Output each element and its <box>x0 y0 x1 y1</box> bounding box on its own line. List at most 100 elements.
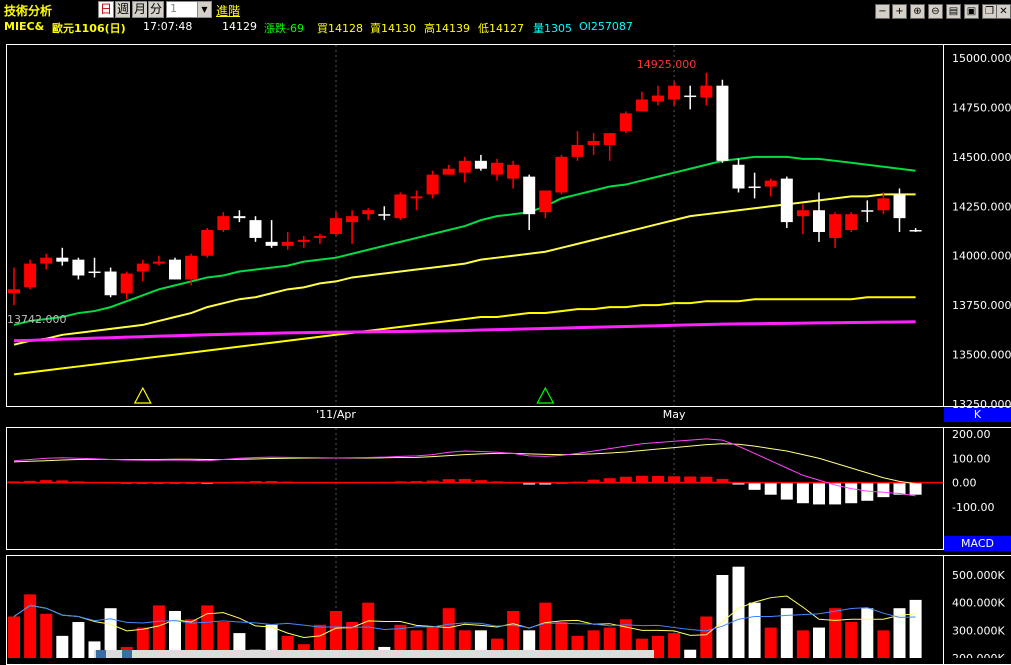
candle-body <box>893 194 906 219</box>
candle-body <box>88 271 101 274</box>
candle-body <box>233 216 246 219</box>
price-x-tick-label: May <box>663 408 686 421</box>
candle-body <box>587 141 600 145</box>
macd-histogram-bar <box>748 482 761 490</box>
price-y-tick-label: 13500.000 <box>952 349 1011 362</box>
candle-body <box>217 216 230 231</box>
candle-body <box>700 85 713 98</box>
volume-bar <box>845 622 858 658</box>
volume-y-tick-label: 200.000K <box>952 652 1005 658</box>
signal-triangle-marker <box>133 386 152 404</box>
candle-body <box>813 210 825 232</box>
candle-body <box>152 261 165 264</box>
candle-body <box>330 218 342 234</box>
volume-bar <box>24 594 37 658</box>
macd-y-tick-label: 100.00 <box>952 452 991 465</box>
volume-y-tick-label: 500.000K <box>952 569 1005 582</box>
candle-body <box>523 176 536 215</box>
moving-average-line <box>13 320 916 343</box>
candle-body <box>539 190 552 213</box>
volume-bar <box>40 613 53 658</box>
volume-bar <box>700 616 713 658</box>
macd-histogram-bar <box>668 476 681 483</box>
candle-body <box>780 178 793 223</box>
volume-y-tick-label: 400.000K <box>952 597 1005 610</box>
candle-body <box>652 95 664 102</box>
candle-body <box>619 113 632 132</box>
taskbar-strip <box>94 650 654 658</box>
volume-bar <box>72 622 85 658</box>
macd-histogram-bar <box>877 482 890 498</box>
candle-body <box>185 255 198 280</box>
candle-body <box>426 174 439 195</box>
macd-histogram-bar <box>909 482 922 495</box>
volume-bar <box>748 602 761 658</box>
volume-y-tick-label: 300.000K <box>952 624 1005 637</box>
candle-body <box>313 235 326 238</box>
candle-body <box>732 164 745 189</box>
candle-body <box>748 186 761 189</box>
candle-body <box>410 196 423 199</box>
volume-bar <box>8 616 20 658</box>
volume-bar <box>796 630 809 658</box>
macd-histogram-bar <box>684 476 697 483</box>
candle-body <box>136 263 149 272</box>
volume-bar <box>56 635 69 658</box>
macd-y-tick-label: -100.00 <box>952 501 994 514</box>
volume-bar <box>829 608 842 658</box>
price-low-annotation: 13742.000 <box>7 313 67 326</box>
macd-signal-line <box>13 443 916 485</box>
candle-body <box>571 144 584 157</box>
taskbar-app-icon[interactable] <box>96 650 106 658</box>
candle-body <box>120 273 133 294</box>
candle-body <box>861 210 874 212</box>
macd-y-tick-label: 200.00 <box>952 428 991 441</box>
candle-body <box>56 257 69 262</box>
macd-histogram-bar <box>845 482 858 504</box>
candle-body <box>378 214 391 216</box>
macd-histogram-bar <box>619 476 632 483</box>
candle-body <box>635 99 648 112</box>
macd-dif-line <box>13 438 916 497</box>
candle-body <box>764 180 777 187</box>
volume-bar <box>813 627 825 658</box>
price-x-tick-label: '11/Apr <box>316 408 356 421</box>
candle-body <box>201 230 214 256</box>
candle-body <box>603 133 616 145</box>
macd-histogram-bar <box>700 476 713 483</box>
price-y-tick-label: 14250.000 <box>952 200 1011 213</box>
candle-body <box>474 160 487 169</box>
macd-y-tick-label: 0.00 <box>952 477 977 490</box>
chart-canvas: 15000.000 14750.000 14500.000 14250.000 1400… <box>7 45 1011 658</box>
candle-body <box>796 210 809 217</box>
candle-body <box>684 95 697 98</box>
candle-body <box>442 168 455 175</box>
candle-body <box>909 230 922 232</box>
price-high-annotation: 14925.000 <box>637 58 697 71</box>
candle-body <box>716 85 729 161</box>
candle-body <box>249 220 262 238</box>
price-y-tick-label: 14750.000 <box>952 101 1011 114</box>
volume-bar <box>909 599 922 658</box>
macd-histogram-bar <box>780 482 793 500</box>
volume-bar <box>716 575 729 658</box>
volume-bar <box>668 633 681 658</box>
candle-body <box>491 162 503 175</box>
candle-body <box>281 241 294 246</box>
macd-histogram-bar <box>813 482 825 505</box>
volume-bar <box>764 627 777 658</box>
candle-body <box>507 164 520 179</box>
candle-body <box>24 263 37 288</box>
candle-body <box>265 241 278 246</box>
price-y-tick-label: 14500.000 <box>952 151 1011 164</box>
candle-body <box>394 194 407 219</box>
volume-bar <box>877 630 890 658</box>
taskbar-app-icon[interactable] <box>122 650 132 658</box>
price-y-tick-label: 15000.000 <box>952 52 1011 65</box>
price-y-tick-label: 13750.000 <box>952 299 1011 312</box>
volume-bar <box>684 649 697 658</box>
candle-body <box>346 216 359 223</box>
candle-body <box>555 156 568 193</box>
signal-triangle-marker <box>536 386 555 404</box>
macd-histogram-bar <box>796 482 809 504</box>
